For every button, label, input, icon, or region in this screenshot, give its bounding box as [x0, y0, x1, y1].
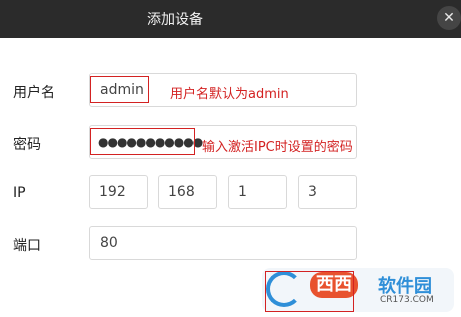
username-annotation: 用户名默认为admin: [170, 87, 289, 102]
username-highlight-box: [90, 76, 149, 103]
ip-octet-2-field[interactable]: 168: [158, 175, 217, 209]
close-button[interactable]: ✕: [437, 6, 461, 30]
ip-octet-4-value: 3: [308, 184, 317, 200]
dialog-titlebar: 添加设备 ✕: [0, 0, 461, 38]
ip-octet-1-value: 192: [99, 184, 126, 200]
port-label: 端口: [13, 238, 41, 254]
port-field[interactable]: 80: [89, 226, 357, 260]
ip-octet-2-value: 168: [168, 184, 195, 200]
ip-octet-3-value: 1: [238, 184, 247, 200]
password-annotation: 输入激活IPC时设置的密码: [202, 140, 353, 155]
close-icon: ✕: [443, 10, 455, 26]
confirm-button-highlight-box[interactable]: [265, 271, 354, 312]
username-label: 用户名: [13, 85, 55, 101]
ip-octet-1-field[interactable]: 192: [89, 175, 148, 209]
password-label: 密码: [13, 137, 41, 153]
dialog-title: 添加设备: [147, 12, 203, 28]
port-value: 80: [100, 235, 118, 251]
ip-label: IP: [13, 185, 26, 201]
ip-octet-4-field[interactable]: 3: [298, 175, 357, 209]
password-highlight-box: [90, 128, 195, 155]
ip-octet-3-field[interactable]: 1: [228, 175, 287, 209]
watermark-url: CR173.COM: [380, 295, 434, 305]
